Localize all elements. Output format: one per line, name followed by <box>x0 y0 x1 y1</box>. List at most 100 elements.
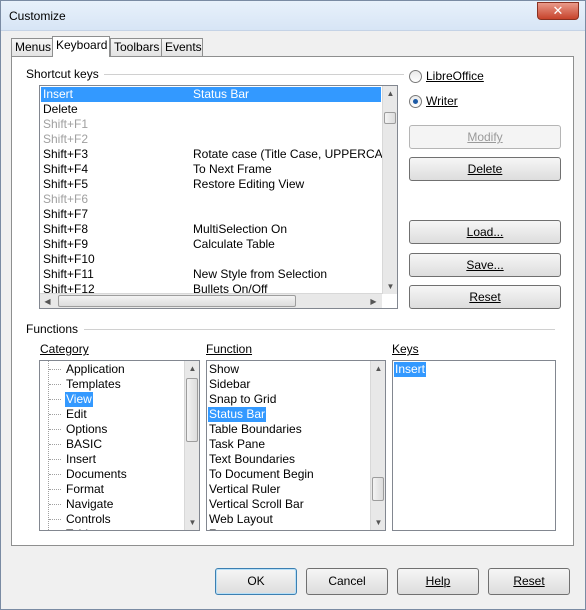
category-item[interactable]: Controls <box>65 512 112 527</box>
category-item[interactable]: Format <box>65 482 105 497</box>
tree-connector <box>49 399 61 400</box>
shortcut-row[interactable]: Shift+F11 New Style from Selection <box>41 267 381 282</box>
category-item[interactable]: View <box>65 392 93 407</box>
shortcut-vertical-scrollbar[interactable]: ▲ ▼ <box>382 86 397 294</box>
shortcut-row[interactable]: Shift+F8 MultiSelection On <box>41 222 381 237</box>
delete-button[interactable]: Delete <box>409 157 561 181</box>
scroll-thumb[interactable] <box>58 295 296 307</box>
category-item[interactable]: Table <box>65 527 96 530</box>
category-tree[interactable]: Application Templates View Edit Options BASIC… <box>39 360 200 531</box>
category-vertical-scrollbar[interactable]: ▲ ▼ <box>184 361 199 530</box>
shortcut-key: Shift+F8 <box>43 222 89 236</box>
scroll-up-icon[interactable]: ▲ <box>185 361 199 376</box>
category-item[interactable]: Documents <box>65 467 128 482</box>
load-button[interactable]: Load... <box>409 220 561 244</box>
shortcut-row[interactable]: Shift+F3 Rotate case (Title Case, UPPERCA… <box>41 147 397 162</box>
ok-button[interactable]: OK <box>215 568 297 595</box>
reset-keys-button-label: Reset <box>469 290 501 304</box>
shortcut-row[interactable]: Shift+F10 <box>41 252 381 267</box>
shortcut-key: Shift+F7 <box>43 207 89 221</box>
libreoffice-radio[interactable] <box>409 70 422 83</box>
shortcut-key: Shift+F5 <box>43 177 89 191</box>
scroll-down-icon[interactable]: ▼ <box>383 279 397 294</box>
function-item[interactable]: Snap to Grid <box>208 392 277 407</box>
category-item[interactable]: Edit <box>65 407 88 422</box>
shortcut-row[interactable]: Shift+F5 Restore Editing View <box>41 177 381 192</box>
category-item[interactable]: Navigate <box>65 497 114 512</box>
function-item[interactable]: Web Layout <box>208 512 274 527</box>
shortcut-keys-list[interactable]: Insert Status Bar Delete Shift+F1 Shift+F2 Sh… <box>39 85 398 309</box>
help-button[interactable]: Help <box>397 568 479 595</box>
modify-button-label: Modify <box>467 130 503 144</box>
category-item[interactable]: Application <box>65 362 126 377</box>
function-item[interactable]: Sidebar <box>208 377 251 392</box>
writer-radio-label: Writer <box>426 94 458 108</box>
tab-toolbars[interactable]: Toolbars <box>110 38 162 57</box>
scroll-up-icon[interactable]: ▲ <box>383 86 397 101</box>
reset-keys-button[interactable]: Reset <box>409 285 561 309</box>
function-item[interactable]: Zoom <box>208 527 241 530</box>
scroll-thumb[interactable] <box>384 112 396 124</box>
tree-connector <box>49 429 61 430</box>
scroll-thumb[interactable] <box>372 477 384 501</box>
function-item[interactable]: Task Pane <box>208 437 266 452</box>
shortcut-row[interactable]: Shift+F2 <box>41 132 381 147</box>
shortcut-row[interactable]: Delete <box>41 102 381 117</box>
scroll-down-icon[interactable]: ▼ <box>371 515 385 530</box>
modify-button[interactable]: Modify <box>409 125 561 149</box>
category-item[interactable]: Options <box>65 422 108 437</box>
shortcut-command: To Next Frame <box>193 162 272 176</box>
function-item[interactable]: Vertical Scroll Bar <box>208 497 305 512</box>
function-item[interactable]: Table Boundaries <box>208 422 303 437</box>
title-bar: Customize ✕ <box>1 1 585 31</box>
function-item[interactable]: To Document Begin <box>208 467 315 482</box>
shortcut-horizontal-scrollbar[interactable]: ◀ ▶ <box>40 293 382 308</box>
keys-list[interactable]: Insert <box>392 360 556 531</box>
shortcut-key: Insert <box>43 87 74 101</box>
tree-connector <box>49 444 61 445</box>
shortcut-row[interactable]: Shift+F1 <box>41 117 381 132</box>
key-item[interactable]: Insert <box>394 362 427 377</box>
tree-connector <box>49 519 61 520</box>
scroll-up-icon[interactable]: ▲ <box>371 361 385 376</box>
close-button[interactable]: ✕ <box>537 2 579 20</box>
shortcut-command: Calculate Table <box>193 237 275 251</box>
scroll-thumb[interactable] <box>186 378 198 442</box>
category-item[interactable]: Templates <box>65 377 122 392</box>
shortcut-row[interactable]: Shift+F6 <box>41 192 381 207</box>
save-button[interactable]: Save... <box>409 253 561 277</box>
shortcut-command: Rotate case (Title Case, UPPERCASE <box>193 147 398 161</box>
reset-button[interactable]: Reset <box>488 568 570 595</box>
scroll-left-icon[interactable]: ◀ <box>40 294 55 308</box>
category-label-text: Category <box>40 342 89 356</box>
shortcut-row[interactable]: Shift+F9 Calculate Table <box>41 237 381 252</box>
tree-connector <box>49 384 61 385</box>
keys-label-text: Keys <box>392 342 419 356</box>
save-button-label: Save... <box>466 258 504 272</box>
function-item[interactable]: Status Bar <box>208 407 267 422</box>
writer-radio[interactable] <box>409 95 422 108</box>
scroll-down-icon[interactable]: ▼ <box>185 515 199 530</box>
tab-keyboard[interactable]: Keyboard <box>52 36 110 57</box>
shortcut-key: Delete <box>43 102 78 116</box>
shortcut-command: MultiSelection On <box>193 222 288 236</box>
cancel-button[interactable]: Cancel <box>306 568 388 595</box>
shortcut-row[interactable]: Insert Status Bar <box>41 87 381 102</box>
scroll-right-icon[interactable]: ▶ <box>366 294 381 308</box>
reset-button-label: Reset <box>513 574 545 588</box>
shortcut-key: Shift+F2 <box>43 132 89 146</box>
tree-connector <box>49 414 61 415</box>
tab-events[interactable]: Events <box>161 38 203 57</box>
separator <box>84 329 555 330</box>
shortcut-row[interactable]: Shift+F4 To Next Frame <box>41 162 381 177</box>
function-item[interactable]: Show <box>208 362 240 377</box>
tab-menus[interactable]: Menus <box>11 38 53 57</box>
category-item[interactable]: BASIC <box>65 437 103 452</box>
function-list[interactable]: Show Sidebar Snap to Grid Status Bar Table B… <box>206 360 386 531</box>
category-item[interactable]: Insert <box>65 452 97 467</box>
function-vertical-scrollbar[interactable]: ▲ ▼ <box>370 361 385 530</box>
function-item[interactable]: Vertical Ruler <box>208 482 281 497</box>
functions-heading: Functions <box>26 322 79 336</box>
function-item[interactable]: Text Boundaries <box>208 452 296 467</box>
shortcut-row[interactable]: Shift+F7 <box>41 207 381 222</box>
